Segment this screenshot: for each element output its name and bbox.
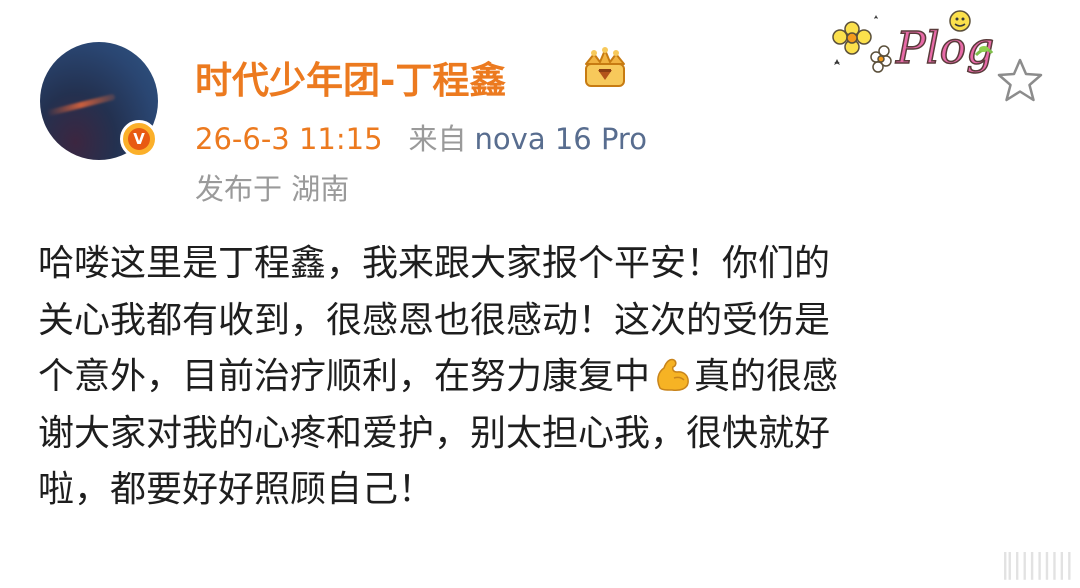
username[interactable]: 时代少年团-丁程鑫	[195, 50, 506, 104]
body-line-3-before: 个意外，目前治疗顺利，在努力康复中	[38, 356, 651, 397]
device-name[interactable]: nova 16 Pro	[475, 122, 647, 156]
body-line-2: 关心我都有收到，很感恩也很感动！这次的受伤是	[38, 299, 831, 341]
post-location: 发布于 湖南	[195, 172, 350, 206]
verified-badge-letter: V	[128, 128, 150, 150]
body-line-3-after: 真的很感	[694, 356, 839, 397]
body-line-3: 个意外，目前治疗顺利，在努力康复中 真的很感	[38, 349, 1048, 406]
body-line-5: 啦，都要好好照顾自己！	[38, 469, 435, 510]
body-line-1: 哈喽这里是丁程鑫，我来跟大家报个平安！你们的	[38, 243, 831, 284]
flexed-biceps-emoji	[657, 358, 689, 391]
plog-sticker-icon: Plog	[832, 10, 995, 75]
verified-badge-icon: V	[120, 120, 158, 158]
watermark: ‖||||||||	[1000, 547, 1074, 580]
post-meta: 26-6-3 11:15 来自 nova 16 Pro	[195, 116, 647, 158]
body-line-4: 谢大家对我的心疼和爱护，别太担心我，很快就好	[38, 412, 831, 454]
star-icon[interactable]	[995, 56, 1045, 104]
from-label: 来自	[408, 122, 467, 156]
post-body: 哈喽这里是丁程鑫，我来跟大家报个平安！你们的 关心我都有收到，很感恩也很感动！这…	[38, 236, 1048, 519]
post-time[interactable]: 26-6-3 11:15	[195, 122, 383, 156]
vip-crown-icon	[585, 47, 625, 87]
avatar-light-streak	[46, 93, 116, 117]
